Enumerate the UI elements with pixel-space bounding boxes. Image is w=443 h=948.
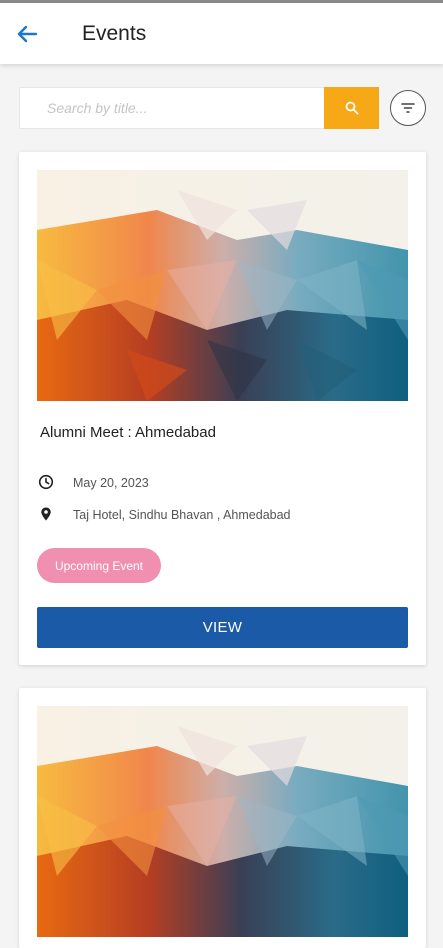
filter-button[interactable] — [390, 90, 426, 126]
arrow-left-icon — [17, 25, 38, 43]
event-card[interactable] — [19, 688, 426, 948]
event-location: Taj Hotel, Sindhu Bhavan , Ahmedabad — [73, 508, 291, 522]
search-bar — [19, 87, 379, 129]
page-title: Events — [82, 22, 147, 45]
event-title: Alumni Meet : Ahmedabad — [40, 424, 216, 441]
search-button[interactable] — [324, 87, 379, 129]
search-input[interactable] — [20, 88, 324, 128]
event-date: May 20, 2023 — [73, 476, 149, 490]
view-button[interactable]: VIEW — [37, 607, 408, 648]
app-bar: Events — [0, 3, 443, 64]
filter-icon — [401, 103, 415, 113]
search-icon — [345, 101, 358, 115]
clock-icon — [38, 474, 54, 490]
back-button[interactable] — [14, 22, 40, 46]
status-badge: Upcoming Event — [37, 548, 161, 583]
event-image — [37, 706, 408, 937]
event-image — [37, 170, 408, 401]
map-pin-icon — [41, 507, 51, 521]
event-card[interactable]: Alumni Meet : Ahmedabad May 20, 2023 Taj… — [19, 152, 426, 665]
